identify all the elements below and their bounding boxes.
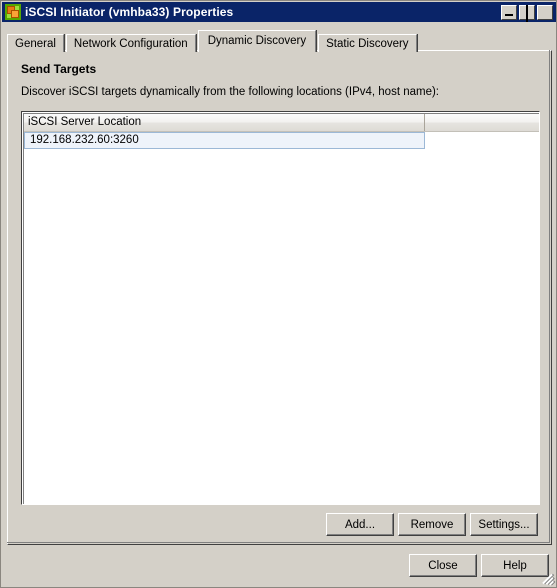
section-title: Send Targets bbox=[21, 62, 97, 76]
send-targets-listbox[interactable]: iSCSI Server Location 192.168.232.60:326… bbox=[21, 111, 540, 505]
maximize-button[interactable] bbox=[519, 4, 535, 22]
list-header-row: iSCSI Server Location bbox=[24, 114, 539, 132]
window-controls bbox=[501, 4, 553, 22]
iscsi-adapter-icon bbox=[5, 4, 21, 20]
window-title: iSCSI Initiator (vmhba33) Properties bbox=[25, 5, 234, 19]
tab-dynamic-discovery[interactable]: Dynamic Discovery bbox=[197, 30, 317, 52]
list-item[interactable]: 192.168.232.60:3260 bbox=[24, 132, 425, 149]
minimize-button[interactable] bbox=[501, 4, 517, 20]
tab-general[interactable]: General bbox=[7, 34, 64, 52]
tab-strip: General Network Configuration Dynamic Di… bbox=[7, 30, 419, 52]
close-icon[interactable] bbox=[537, 4, 553, 20]
close-button[interactable]: Close bbox=[409, 554, 477, 577]
add-button[interactable]: Add... bbox=[326, 513, 394, 536]
remove-button[interactable]: Remove bbox=[398, 513, 466, 536]
list-rows: 192.168.232.60:3260 bbox=[24, 132, 539, 149]
title-bar[interactable]: iSCSI Initiator (vmhba33) Properties bbox=[2, 2, 556, 22]
iscsi-initiator-properties-dialog: iSCSI Initiator (vmhba33) Properties Gen… bbox=[0, 0, 557, 588]
column-header-iscsi-server-location[interactable]: iSCSI Server Location bbox=[24, 114, 425, 131]
tab-network-configuration[interactable]: Network Configuration bbox=[65, 34, 196, 52]
settings-button[interactable]: Settings... bbox=[470, 513, 538, 536]
section-description: Discover iSCSI targets dynamically from … bbox=[21, 86, 439, 98]
column-header-blank[interactable] bbox=[425, 114, 539, 131]
list-action-buttons: Add... Remove Settings... bbox=[8, 513, 553, 537]
dynamic-discovery-panel: Send Targets Discover iSCSI targets dyna… bbox=[7, 50, 552, 545]
help-button[interactable]: Help bbox=[481, 554, 549, 577]
tab-static-discovery[interactable]: Static Discovery bbox=[318, 34, 417, 52]
